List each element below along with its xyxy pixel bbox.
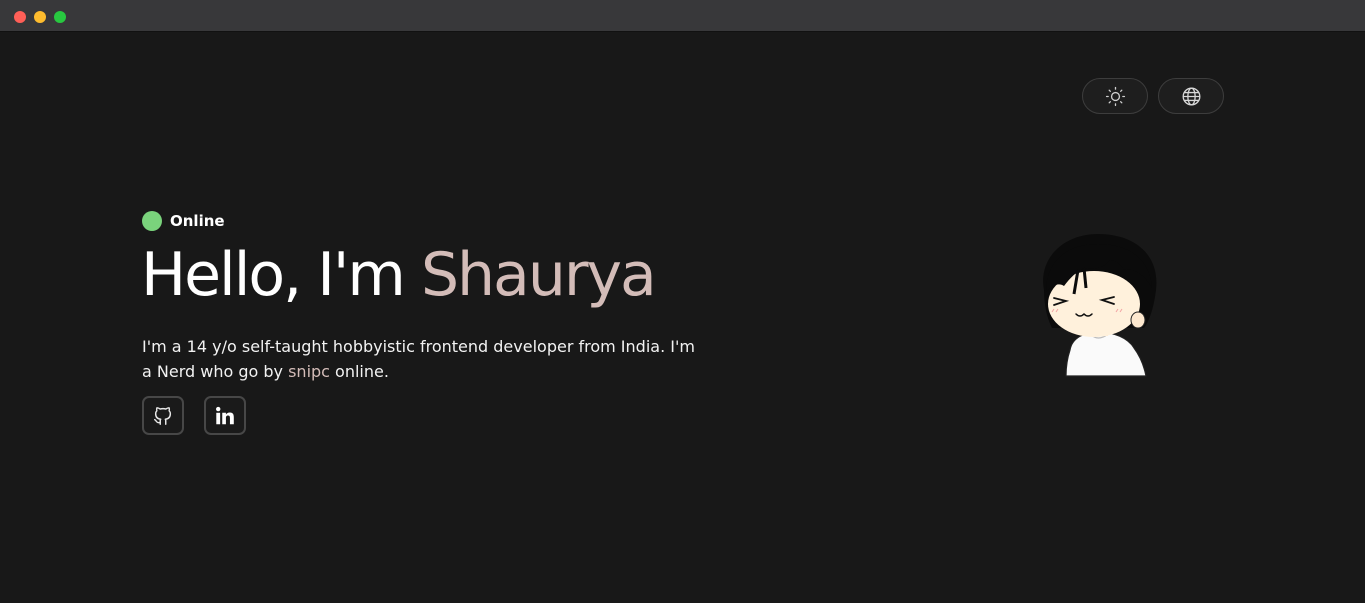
status-dot — [142, 210, 162, 231]
zoom-window-button[interactable] — [54, 11, 66, 23]
sun-icon — [1105, 86, 1125, 106]
linkedin-link-button[interactable] — [204, 396, 246, 435]
online-status: Online — [142, 210, 225, 231]
avatar-shirt — [1065, 331, 1147, 377]
avatar-illustration — [1043, 234, 1157, 377]
theme-toggle-button[interactable] — [1082, 78, 1148, 114]
bio-text: I'm a 14 y/o self-taught hobbyistic fron… — [142, 334, 702, 384]
hero-greeting: Hello, I'm — [141, 240, 421, 310]
linkedin-icon — [216, 406, 234, 424]
window-titlebar — [0, 0, 1365, 32]
status-label: Online — [170, 211, 225, 230]
globe-icon — [1182, 87, 1200, 105]
bio-handle: snipc — [288, 362, 330, 381]
close-window-button[interactable] — [14, 11, 26, 23]
minimize-window-button[interactable] — [34, 11, 46, 23]
avatar-ear — [1130, 311, 1146, 329]
github-icon — [154, 406, 172, 425]
language-button[interactable] — [1158, 78, 1224, 114]
browser-window: Online Hello, I'm Shaurya I'm a 14 y/o s… — [0, 0, 1365, 603]
bio-before-handle: I'm a 14 y/o self-taught hobbyistic fron… — [142, 337, 695, 381]
bio-after-handle: online. — [329, 362, 389, 381]
hero-name: Shaurya — [420, 240, 657, 310]
hero-heading: Hello, I'm Shaurya — [141, 240, 657, 310]
github-link-button[interactable] — [142, 396, 184, 435]
